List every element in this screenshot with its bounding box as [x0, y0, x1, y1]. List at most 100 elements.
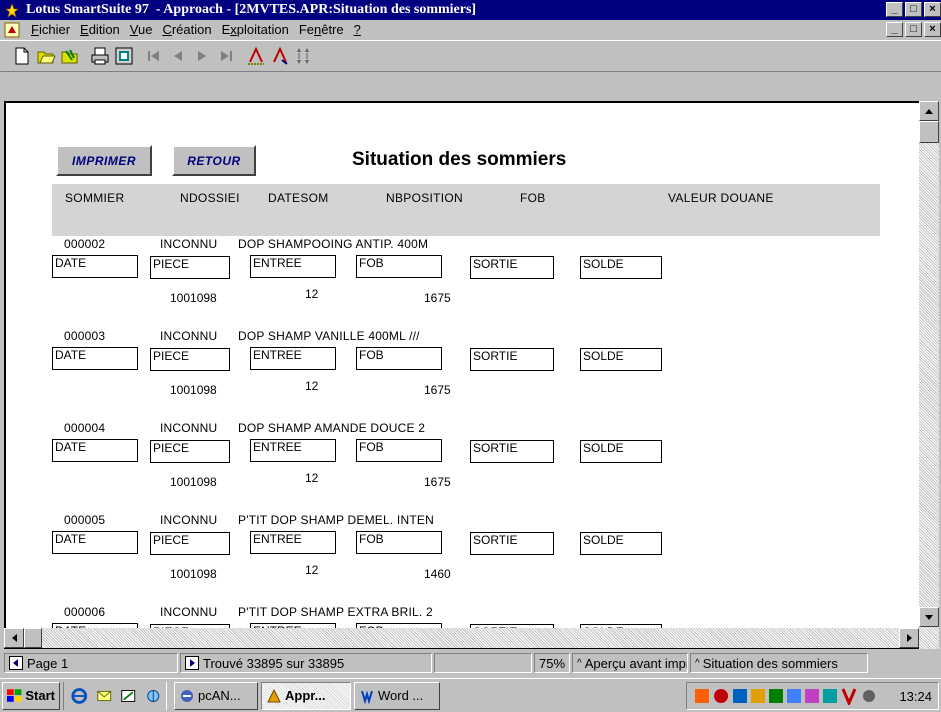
previous-record-icon[interactable]	[166, 44, 190, 68]
status-mode[interactable]: ^ Aperçu avant impr.	[572, 653, 688, 673]
title-bar[interactable]: Lotus SmartSuite 97 - Approach - [2MVTES…	[0, 0, 941, 20]
record-value-entree: 12	[305, 287, 319, 301]
open-file-icon[interactable]	[34, 44, 58, 68]
menu-exploitation[interactable]: Exploitation	[217, 21, 294, 39]
menu-creation[interactable]: Création	[157, 21, 216, 39]
doc-minimize-button[interactable]: _	[886, 22, 903, 37]
vertical-scrollbar[interactable]	[919, 101, 939, 649]
menu-fenetre[interactable]: Fenêtre	[294, 21, 349, 39]
record-ndossier: INCONNU	[160, 605, 218, 619]
found-count: Trouvé 33895 sur 33895	[203, 655, 345, 671]
scroll-left-button[interactable]	[4, 628, 24, 648]
record-description: P'TIT DOP SHAMP EXTRA BRIL. 2	[238, 605, 433, 619]
outlook-icon[interactable]	[95, 686, 114, 706]
column-header-ndossier: NDOSSIEI	[180, 191, 240, 205]
record-value-piece: 1001098	[170, 567, 217, 581]
doc-close-button[interactable]: ×	[924, 22, 941, 37]
field-box-sortie[interactable]: SORTIE	[470, 532, 554, 555]
record-ndossier: INCONNU	[160, 513, 218, 527]
tray-icons[interactable]	[693, 687, 893, 705]
field-box-piece[interactable]: PIECE	[150, 348, 230, 371]
field-box-date[interactable]: DATE	[52, 347, 138, 370]
scroll-right-button[interactable]	[899, 628, 919, 648]
status-empty-1	[434, 653, 532, 673]
last-record-icon[interactable]	[214, 44, 238, 68]
field-box-entree[interactable]: ENTREE	[250, 255, 336, 278]
next-record-icon[interactable]	[190, 44, 214, 68]
field-box-piece[interactable]: PIECE	[150, 256, 230, 279]
field-box-solde[interactable]: SOLDE	[580, 532, 662, 555]
column-header-datesom: DATESOM	[268, 191, 329, 205]
arrow-right-icon	[906, 634, 912, 642]
record-sommier: 000005	[64, 513, 106, 527]
field-box-solde[interactable]: SOLDE	[580, 348, 662, 371]
menu-vue[interactable]: Vue	[125, 21, 158, 39]
close-button[interactable]: ×	[924, 2, 941, 17]
page-label: Page 1	[27, 655, 69, 671]
print-icon[interactable]	[88, 44, 112, 68]
show-desktop-icon[interactable]	[119, 686, 138, 706]
field-box-solde[interactable]: SOLDE	[580, 256, 662, 279]
new-document-icon[interactable]	[10, 44, 34, 68]
field-box-fob[interactable]: FOB	[356, 347, 442, 370]
document-area[interactable]: IMPRIMER RETOUR Situation des sommiers S…	[4, 101, 939, 649]
record-header-line: 000004 INCONNU DOP SHAMP AMANDE DOUCE 2	[64, 421, 425, 435]
scroll-thumb[interactable]	[919, 121, 939, 143]
record-sommier: 000004	[64, 421, 106, 435]
back-form-button[interactable]: RETOUR	[172, 145, 256, 176]
status-zoom[interactable]: 75%	[534, 653, 570, 673]
field-box-entree[interactable]: ENTREE	[250, 531, 336, 554]
menu-fichier[interactable]: Fichier	[26, 21, 75, 39]
smart-icons-icon[interactable]	[58, 44, 82, 68]
field-box-sortie[interactable]: SORTIE	[470, 440, 554, 463]
find-navigator-icon	[185, 656, 199, 670]
field-box-fob[interactable]: FOB	[356, 439, 442, 462]
find-sort-icon[interactable]	[292, 44, 316, 68]
hscroll-thumb[interactable]	[24, 628, 42, 648]
menu-edition[interactable]: Edition	[75, 21, 125, 39]
record-header-line: 000006 INCONNU P'TIT DOP SHAMP EXTRA BRIL.…	[64, 605, 433, 619]
field-box-sortie[interactable]: SORTIE	[470, 256, 554, 279]
print-preview-icon[interactable]	[112, 44, 136, 68]
record-description: DOP SHAMP AMANDE DOUCE 2	[238, 421, 426, 435]
channels-icon[interactable]	[144, 686, 163, 706]
toolbar	[0, 40, 941, 72]
task-label-approach: Appr...	[285, 688, 326, 703]
field-box-sortie[interactable]: SORTIE	[470, 348, 554, 371]
record-sommier: 000006	[64, 605, 106, 619]
window-title: Lotus SmartSuite 97 - Approach - [2MVTES…	[26, 2, 477, 17]
status-view[interactable]: ^ Situation des sommiers	[690, 653, 868, 673]
clock[interactable]: 13:24	[899, 689, 932, 704]
horizontal-scrollbar[interactable]	[4, 628, 919, 648]
maximize-button[interactable]: □	[905, 2, 922, 17]
field-box-date[interactable]: DATE	[52, 255, 138, 278]
field-box-solde[interactable]: SOLDE	[580, 440, 662, 463]
field-box-entree[interactable]: ENTREE	[250, 439, 336, 462]
task-approach[interactable]: Appr...	[261, 681, 351, 710]
sort-ascending-icon[interactable]	[244, 44, 268, 68]
print-form-button[interactable]: IMPRIMER	[56, 145, 152, 176]
start-button[interactable]: Start	[2, 681, 60, 710]
field-box-fob[interactable]: FOB	[356, 531, 442, 554]
field-box-date[interactable]: DATE	[52, 439, 138, 462]
record-value-entree: 12	[305, 563, 319, 577]
task-word-pro[interactable]: Word ...	[354, 681, 440, 710]
internet-explorer-icon[interactable]	[70, 686, 89, 706]
scroll-down-button[interactable]	[919, 607, 939, 627]
minimize-button[interactable]: _	[886, 2, 903, 17]
task-pcanywhere[interactable]: pcAN...	[174, 681, 258, 710]
field-box-piece[interactable]: PIECE	[150, 440, 230, 463]
document-control-icon[interactable]	[4, 22, 20, 38]
status-found[interactable]: Trouvé 33895 sur 33895	[180, 653, 432, 673]
sort-descending-icon[interactable]	[268, 44, 292, 68]
lotus-app-icon[interactable]	[4, 2, 20, 18]
field-box-piece[interactable]: PIECE	[150, 532, 230, 555]
field-box-date[interactable]: DATE	[52, 531, 138, 554]
menu-help[interactable]: ?	[349, 21, 366, 39]
scroll-up-button[interactable]	[919, 101, 939, 121]
field-box-entree[interactable]: ENTREE	[250, 347, 336, 370]
status-page[interactable]: Page 1	[4, 653, 178, 673]
first-record-icon[interactable]	[142, 44, 166, 68]
doc-restore-button[interactable]: □	[905, 22, 922, 37]
field-box-fob[interactable]: FOB	[356, 255, 442, 278]
